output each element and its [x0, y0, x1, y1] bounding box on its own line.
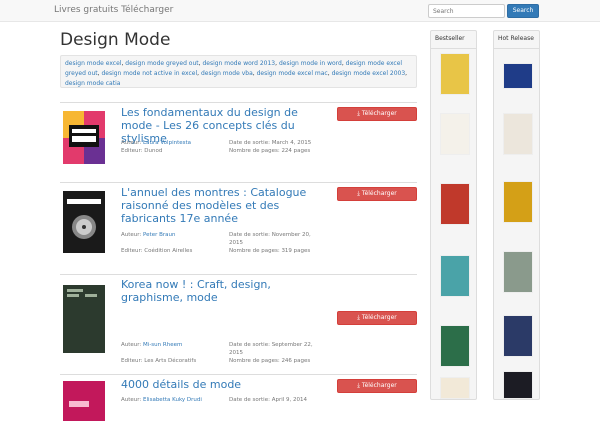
book-cover[interactable]: [63, 191, 105, 253]
tag-link[interactable]: design mode vba: [201, 70, 253, 77]
main-content: Design Mode design mode excel, design mo…: [60, 30, 417, 421]
book-publisher: Editeur: Coédition Airelles: [121, 248, 193, 254]
book-title[interactable]: 4000 détails de mode: [121, 378, 331, 391]
site-brand[interactable]: Livres gratuits Télécharger: [54, 5, 173, 15]
download-icon: ⤓: [357, 314, 360, 321]
book-publisher: Editeur: Dunod: [121, 148, 163, 154]
book-date: Date de sortie: November 20, 2015: [229, 232, 311, 246]
book-cover[interactable]: [63, 285, 105, 353]
tag-link[interactable]: design mode excel 2003: [332, 70, 406, 77]
book-item: L'annuel des montres : Catalogue raisonn…: [60, 182, 417, 274]
page-title: Design Mode: [60, 30, 171, 50]
top-navbar: Livres gratuits Télécharger Search: [0, 0, 600, 22]
book-item: Les fondamentaux du design de mode - Les…: [60, 102, 417, 182]
hot-release-cover[interactable]: [503, 371, 533, 399]
download-button[interactable]: ⤓ Télécharger: [337, 311, 417, 325]
tag-link[interactable]: design mode in word: [279, 60, 342, 67]
hot-release-cover[interactable]: [503, 113, 533, 155]
hot-release-cover[interactable]: [503, 181, 533, 223]
download-icon: ⤓: [357, 382, 360, 389]
book-date: Date de sortie: March 4, 2015: [229, 140, 312, 146]
hot-release-panel: Hot Release: [493, 30, 540, 400]
download-button[interactable]: ⤓ Télécharger: [337, 107, 417, 121]
search-button[interactable]: Search: [507, 4, 539, 18]
hot-release-cover[interactable]: [503, 251, 533, 293]
tag-link[interactable]: design mode greyed out: [125, 60, 198, 67]
bestseller-heading: Bestseller: [431, 31, 476, 49]
book-item: Korea now ! : Craft, design, graphisme, …: [60, 274, 417, 374]
book-pages: Nombre de pages: 319 pages: [229, 248, 311, 254]
bestseller-panel: Bestseller: [430, 30, 477, 400]
bestseller-cover[interactable]: [440, 377, 470, 399]
book-publisher: Editeur: Les Arts Décoratifs: [121, 358, 197, 364]
book-date: Date de sortie: September 22, 2015: [229, 342, 313, 356]
bestseller-cover[interactable]: [440, 53, 470, 95]
download-icon: ⤓: [357, 190, 360, 197]
tag-link[interactable]: design mode not active in excel: [101, 70, 197, 77]
download-icon: ⤓: [357, 110, 360, 117]
book-title[interactable]: L'annuel des montres : Catalogue raisonn…: [121, 186, 331, 225]
book-pages: Nombre de pages: 246 pages: [229, 358, 311, 364]
book-author: Auteur: Laura Volpintesta: [121, 140, 192, 146]
hot-release-cover[interactable]: [503, 315, 533, 357]
bestseller-cover[interactable]: [440, 255, 470, 297]
bestseller-cover[interactable]: [440, 113, 470, 155]
book-cover[interactable]: [63, 111, 105, 164]
bestseller-cover[interactable]: [440, 183, 470, 225]
search-input[interactable]: [428, 4, 505, 18]
tag-link[interactable]: design mode catia: [65, 80, 120, 87]
tag-link[interactable]: design mode word 2013: [202, 60, 275, 67]
tag-link[interactable]: design mode excel mac: [257, 70, 328, 77]
hot-release-cover[interactable]: [503, 63, 533, 89]
book-cover[interactable]: [63, 381, 105, 421]
bestseller-cover[interactable]: [440, 325, 470, 367]
book-pages: Nombre de pages: 224 pages: [229, 148, 311, 154]
tag-link[interactable]: design mode excel: [65, 60, 121, 67]
download-button[interactable]: ⤓ Télécharger: [337, 187, 417, 201]
download-button[interactable]: ⤓ Télécharger: [337, 379, 417, 393]
book-title[interactable]: Korea now ! : Craft, design, graphisme, …: [121, 278, 331, 304]
book-author: Auteur: Mi-sun Rheem: [121, 342, 183, 348]
hot-release-heading: Hot Release: [494, 31, 539, 49]
book-item: 4000 détails de mode ⤓ Télécharger Auteur…: [60, 374, 417, 421]
book-author: Auteur: Peter Braun: [121, 232, 176, 238]
book-author: Auteur: Elisabetta Kuky Drudi: [121, 397, 202, 403]
book-date: Date de sortie: April 9, 2014: [229, 397, 307, 403]
related-tags-box: design mode excel, design mode greyed ou…: [60, 55, 417, 88]
